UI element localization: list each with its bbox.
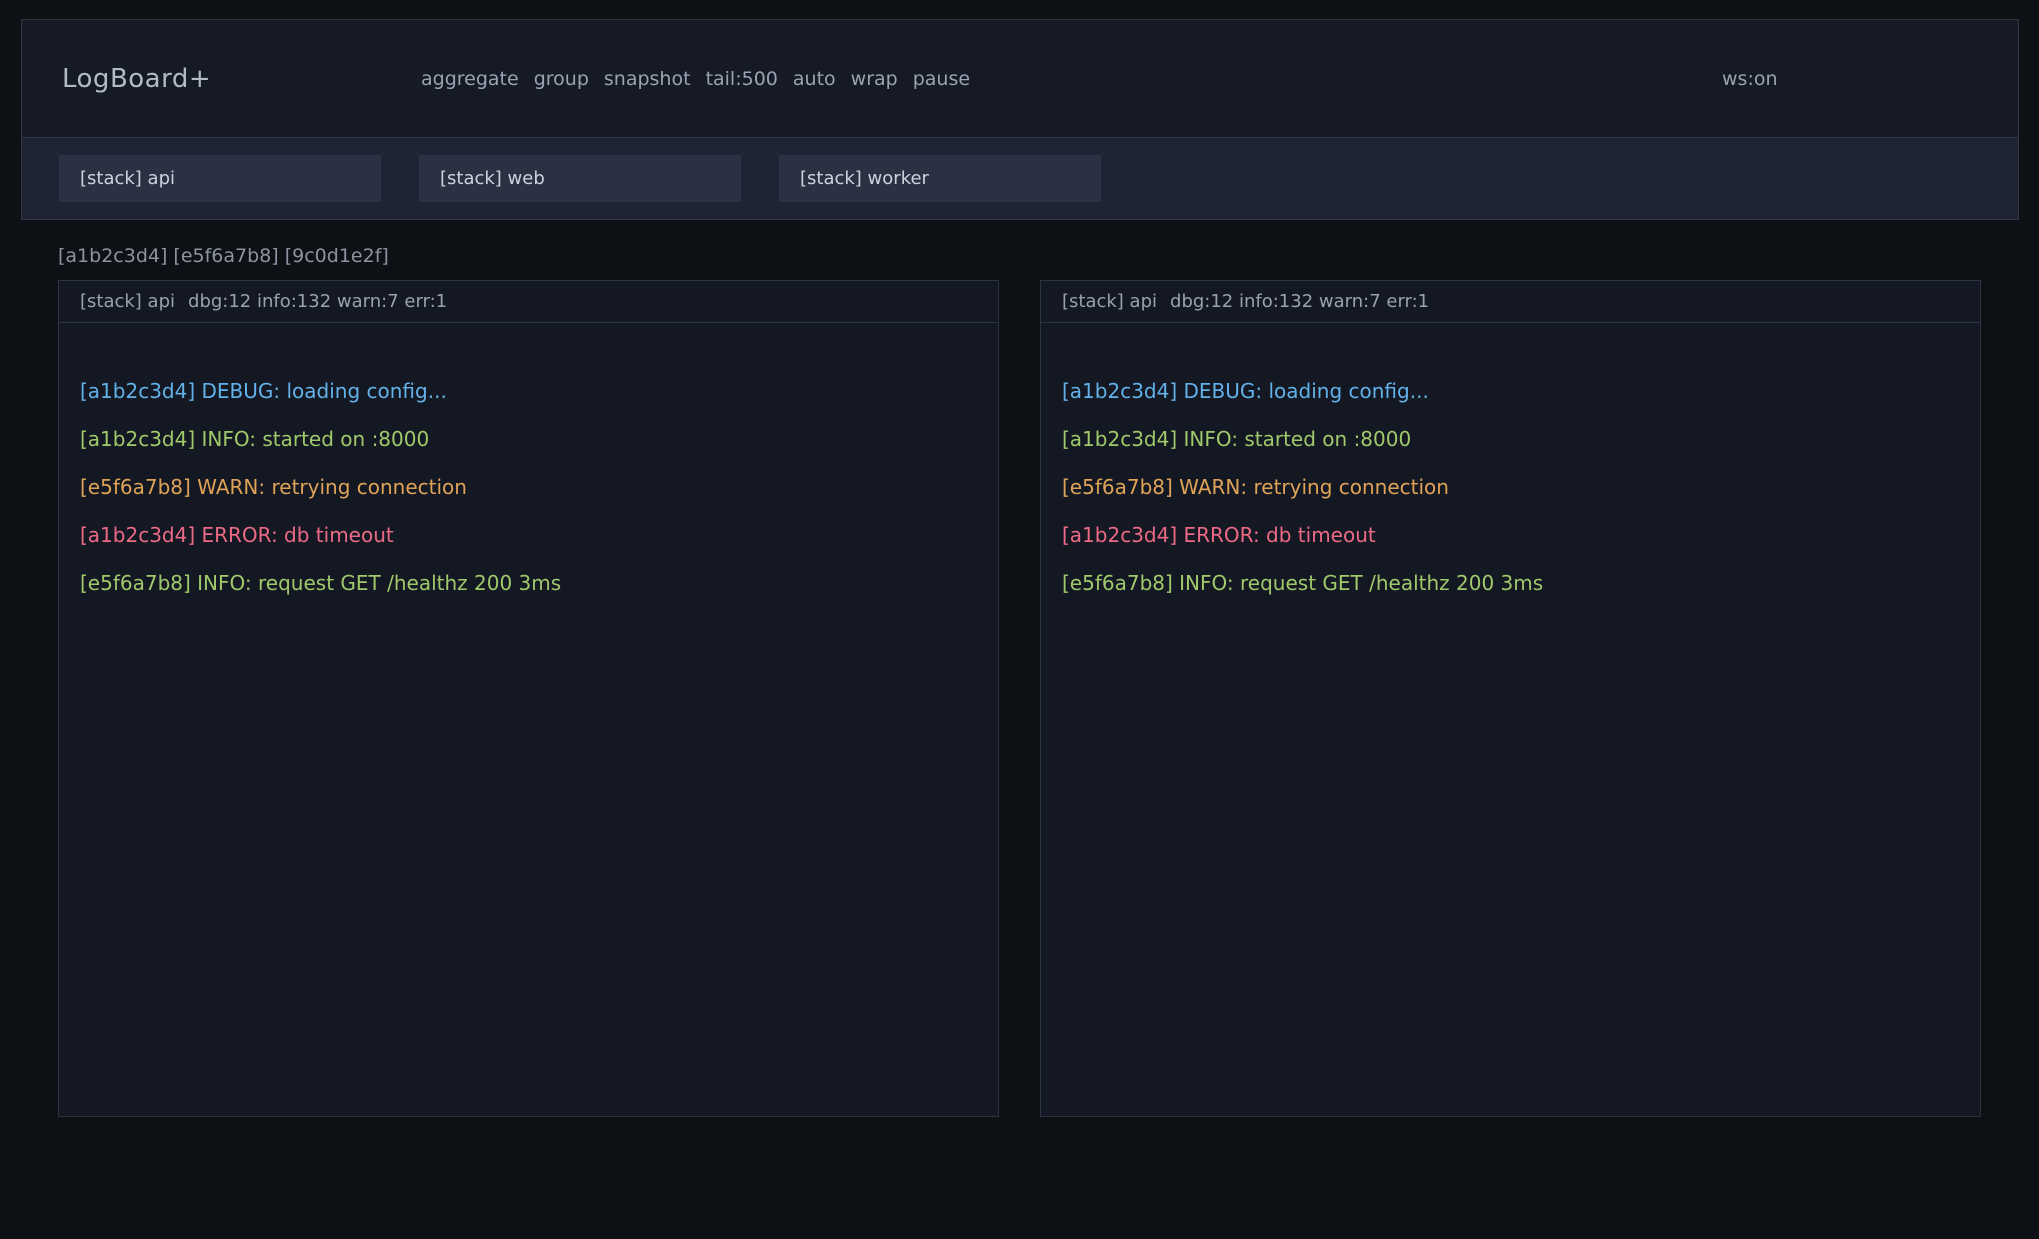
log-panel: [stack] api dbg:12 info:132 warn:7 err:1… (58, 280, 999, 1117)
panels: [stack] api dbg:12 info:132 warn:7 err:1… (58, 280, 1981, 1117)
header-box: LogBoard+ aggregate group snapshot tail:500… (21, 19, 2019, 220)
stack-tab-worker[interactable]: [stack] worker (779, 155, 1101, 202)
nav-item-snapshot[interactable]: snapshot (604, 68, 691, 90)
log-line-error: [a1b2c3d4] ERROR: db timeout (1062, 511, 1959, 559)
panel-header: [stack] api dbg:12 info:132 warn:7 err:1 (59, 281, 998, 323)
stack-tab-web[interactable]: [stack] web (419, 155, 741, 202)
log-lines: [a1b2c3d4] DEBUG: loading config...[a1b2… (59, 323, 998, 607)
log-line-warn: [e5f6a7b8] WARN: retrying connection (1062, 463, 1959, 511)
log-line-debug: [a1b2c3d4] DEBUG: loading config... (1062, 367, 1959, 415)
nav-item-group[interactable]: group (534, 68, 589, 90)
log-line-info: [a1b2c3d4] INFO: started on :8000 (80, 415, 977, 463)
stack-tab-api[interactable]: [stack] api (59, 155, 381, 202)
log-line-debug: [a1b2c3d4] DEBUG: loading config... (80, 367, 977, 415)
log-line-warn: [e5f6a7b8] WARN: retrying connection (80, 463, 977, 511)
log-line-info: [a1b2c3d4] INFO: started on :8000 (1062, 415, 1959, 463)
nav-item-wrap[interactable]: wrap (851, 68, 898, 90)
nav-item-aggregate[interactable]: aggregate (421, 68, 519, 90)
panel-counts: dbg:12 info:132 warn:7 err:1 (188, 291, 447, 312)
header-topbar: LogBoard+ aggregate group snapshot tail:500… (22, 20, 2018, 137)
log-line-error: [a1b2c3d4] ERROR: db timeout (80, 511, 977, 559)
stack-tabs-row: [stack] api [stack] web [stack] worker (22, 137, 2018, 219)
header-nav: aggregate group snapshot tail:500 auto wrappa… (421, 68, 970, 90)
trace-ids-line: [a1b2c3d4] [e5f6a7b8] [9c0d1e2f] (58, 245, 389, 267)
panel-counts: dbg:12 info:132 warn:7 err:1 (1170, 291, 1429, 312)
log-line-info: [e5f6a7b8] INFO: request GET /healthz 20… (80, 559, 977, 607)
panel-header: [stack] api dbg:12 info:132 warn:7 err:1 (1041, 281, 1980, 323)
nav-item-tail-500[interactable]: tail:500 (706, 68, 778, 90)
screen: LogBoard+ aggregate group snapshot tail:500… (0, 0, 2039, 1239)
nav-item-pause[interactable]: pause (913, 68, 970, 90)
nav-item-auto[interactable]: auto (793, 68, 836, 90)
panel-title: [stack] api (1062, 291, 1157, 312)
panel-title: [stack] api (80, 291, 175, 312)
log-line-info: [e5f6a7b8] INFO: request GET /healthz 20… (1062, 559, 1959, 607)
log-panel: [stack] api dbg:12 info:132 warn:7 err:1… (1040, 280, 1981, 1117)
app-title: LogBoard+ (62, 64, 211, 94)
ws-status-toggle[interactable]: ws:on (1722, 68, 1778, 90)
log-lines: [a1b2c3d4] DEBUG: loading config...[a1b2… (1041, 323, 1980, 607)
